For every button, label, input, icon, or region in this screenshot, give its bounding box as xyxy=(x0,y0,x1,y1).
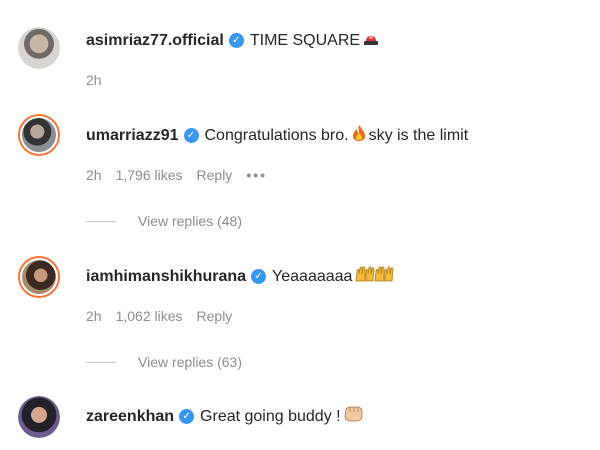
likes-count[interactable]: 1,062 likes xyxy=(116,308,183,324)
comment-time: 2h xyxy=(86,167,102,183)
username[interactable]: asimriaz77.official xyxy=(86,32,224,50)
verified-badge-icon: ✓ xyxy=(179,409,195,424)
username[interactable]: iamhimanshikhurana xyxy=(86,268,246,286)
comment-text: Congratulations bro. xyxy=(204,126,349,144)
avatar[interactable] xyxy=(18,256,60,298)
avatar[interactable] xyxy=(18,27,60,69)
fire-icon xyxy=(351,124,367,147)
reply-button[interactable]: Reply xyxy=(197,308,233,324)
divider xyxy=(86,361,116,363)
verified-badge-icon: ✓ xyxy=(251,269,267,284)
comment-text: TIME SQUARE xyxy=(249,31,361,49)
view-replies-label: View replies (48) xyxy=(138,213,243,229)
comment-time: 2h xyxy=(86,308,102,324)
reply-button[interactable]: Reply xyxy=(197,167,233,183)
raising-hands-icon xyxy=(354,265,394,288)
fist-bump-icon xyxy=(343,406,363,427)
comment-text: Yeaaaaaaa xyxy=(272,267,353,285)
avatar[interactable] xyxy=(18,114,60,156)
verified-badge-icon: ✓ xyxy=(228,33,244,48)
more-options-icon[interactable]: ••• xyxy=(246,167,267,183)
view-replies-button[interactable]: View replies (63) xyxy=(86,354,242,370)
view-replies-label: View replies (63) xyxy=(138,354,243,370)
comment-text-continued: sky is the limit xyxy=(368,126,469,144)
username[interactable]: umarriazz91 xyxy=(86,127,179,145)
avatar[interactable] xyxy=(18,396,60,438)
username[interactable]: zareenkhan xyxy=(86,408,174,426)
verified-badge-icon: ✓ xyxy=(183,128,199,143)
comment-time: 2h xyxy=(86,72,102,88)
divider xyxy=(86,220,116,222)
likes-count[interactable]: 1,796 likes xyxy=(116,167,183,183)
view-replies-button[interactable]: View replies (48) xyxy=(86,213,242,229)
comment-text: Great going buddy ! xyxy=(200,407,341,425)
police-light-icon xyxy=(362,30,380,51)
